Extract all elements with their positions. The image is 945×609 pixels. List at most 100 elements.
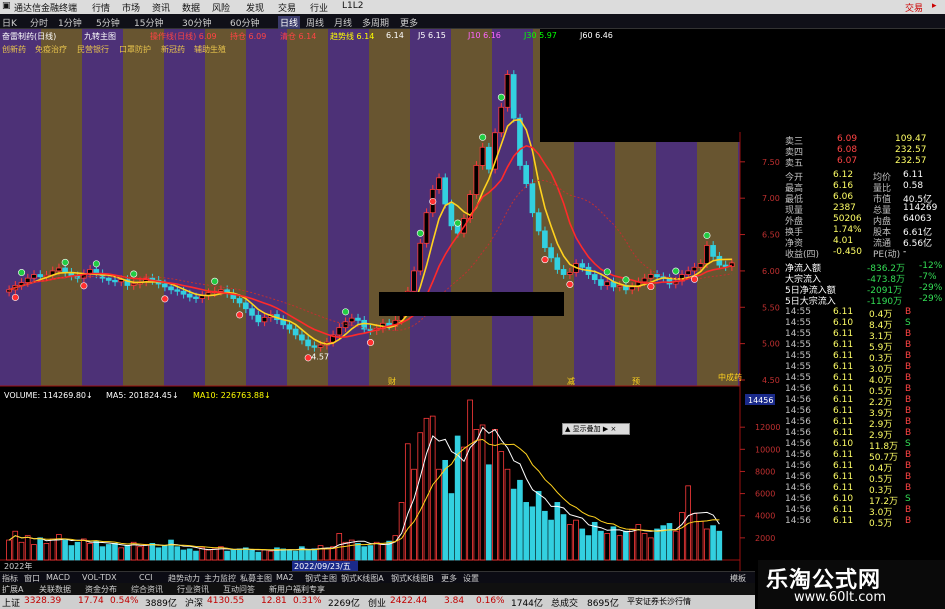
- background-band: [369, 28, 410, 386]
- menu-item[interactable]: L1L2: [342, 1, 363, 11]
- flow-value: -1190万: [867, 297, 903, 307]
- volume-bar: [467, 399, 473, 561]
- volume-bar: [37, 537, 43, 561]
- tick-side: B: [905, 406, 912, 416]
- buy-signal-marker: [61, 258, 69, 266]
- concept-tag[interactable]: 新冠药: [161, 44, 185, 55]
- volume-bar: [186, 548, 193, 561]
- candle-body: [641, 277, 648, 283]
- flow-row[interactable]: 5日大宗流入 -1190万 -29%: [755, 294, 945, 307]
- total-turnover-value: 8695亿: [587, 599, 619, 609]
- orderbook-volume: 232.57: [895, 156, 927, 166]
- volume-bar: [24, 535, 31, 561]
- index-name[interactable]: 创业: [368, 596, 386, 609]
- stats-value: 0.58: [903, 181, 924, 191]
- tick-price: 6.11: [833, 417, 854, 427]
- flow-row[interactable]: 净流入额 -836.2万 -12%: [755, 261, 945, 274]
- tick-price: 6.11: [833, 461, 854, 471]
- candle-body: [697, 263, 704, 268]
- extension-tab[interactable]: 新用户福利专享: [269, 584, 325, 595]
- indicator-name[interactable]: 九转主图: [84, 31, 116, 42]
- volume-bar: [566, 524, 573, 561]
- orderbook-price: 6.07: [837, 156, 858, 166]
- index-name[interactable]: 上证: [2, 596, 20, 609]
- menu-item[interactable]: 数据: [182, 1, 200, 14]
- indicator-tab[interactable]: MA2: [276, 573, 293, 582]
- period-tab[interactable]: 日线: [278, 16, 301, 29]
- menu-item[interactable]: 发现: [246, 1, 264, 14]
- sell-signal-marker: [80, 282, 88, 290]
- indicator-tab[interactable]: VOL-TDX: [82, 573, 117, 582]
- concept-tag[interactable]: 免疫治疗: [35, 44, 67, 55]
- overlay-popup[interactable]: ▲ 显示叠加 ▶ ×: [562, 423, 630, 435]
- candle-body: [286, 324, 293, 330]
- extension-tab[interactable]: 资金分布: [85, 584, 117, 595]
- trade-tick-row: 14:56 6.11 0.5万 B: [755, 516, 945, 529]
- ma-legend-item: 趋势线 6.14: [330, 32, 375, 41]
- period-tab[interactable]: 5分钟: [96, 16, 120, 29]
- concept-tag[interactable]: 创新药: [2, 44, 26, 55]
- period-tab[interactable]: 60分钟: [230, 16, 259, 29]
- candle-body: [479, 146, 486, 166]
- candle-body: [161, 283, 168, 288]
- stats-value: -0.450: [833, 247, 863, 257]
- period-tab[interactable]: 分时: [30, 16, 48, 29]
- extension-tab[interactable]: 行业资讯: [177, 584, 209, 595]
- period-tab[interactable]: 多周期: [362, 16, 389, 29]
- menu-item[interactable]: 交易: [278, 1, 296, 14]
- candle-body: [105, 277, 112, 281]
- period-tab[interactable]: 30分钟: [182, 16, 211, 29]
- candle-body: [598, 279, 604, 286]
- volume-bar: [87, 542, 93, 561]
- period-tab[interactable]: 月线: [334, 16, 352, 29]
- index-name[interactable]: 沪深: [185, 596, 203, 609]
- trade-tick-row: 14:56 6.11 0.5万 B: [755, 472, 945, 485]
- indicator-tab[interactable]: MACD: [46, 573, 70, 582]
- volume-bar: [143, 544, 149, 561]
- menu-item[interactable]: 风险: [212, 1, 230, 14]
- period-tab[interactable]: 日K: [2, 16, 17, 29]
- tick-time: 14:55: [785, 373, 811, 383]
- volume-bar: [604, 533, 610, 561]
- tick-price: 6.11: [833, 505, 854, 515]
- period-tab[interactable]: 15分钟: [134, 16, 163, 29]
- concept-tag[interactable]: 民营银行: [77, 44, 109, 55]
- volume-bar: [305, 549, 311, 561]
- stats-value: 64063: [903, 214, 932, 224]
- trade-arrow-icon[interactable]: ▸: [932, 1, 937, 11]
- index-pct: 0.54%: [110, 596, 139, 606]
- menu-item[interactable]: 行业: [310, 1, 328, 14]
- volume-bar: [124, 545, 131, 561]
- extension-tab[interactable]: 综合资讯: [131, 584, 163, 595]
- period-tab[interactable]: 更多: [400, 16, 418, 29]
- indicator-tab[interactable]: CCI: [139, 573, 153, 582]
- volume-bar: [180, 549, 187, 561]
- extension-tab[interactable]: 关联数据: [39, 584, 71, 595]
- menu-item[interactable]: 行情: [92, 1, 110, 14]
- tick-price: 6.11: [833, 450, 854, 460]
- server-name[interactable]: 平安证券长沙行情: [627, 596, 691, 607]
- candle-body: [417, 242, 424, 272]
- extension-tab[interactable]: 互动问答: [223, 584, 255, 595]
- period-tab[interactable]: 周线: [306, 16, 324, 29]
- concept-tag[interactable]: 辅助生殖: [194, 44, 226, 55]
- period-tab[interactable]: 1分钟: [58, 16, 82, 29]
- flow-row[interactable]: 5日净流入额 -2091万 -29%: [755, 283, 945, 296]
- flow-row[interactable]: 大宗流入 -473.8万 -7%: [755, 272, 945, 285]
- tick-time: 14:56: [785, 450, 811, 460]
- trade-tick-row: 14:56 6.11 0.5万 B: [755, 384, 945, 397]
- concept-tag[interactable]: 口罩防护: [119, 44, 151, 55]
- menu-item[interactable]: 市场: [122, 1, 140, 14]
- trade-link[interactable]: 交易: [905, 1, 923, 14]
- tick-price: 6.10: [833, 318, 854, 328]
- event-mark: 中成药: [718, 372, 742, 382]
- tick-side: B: [905, 428, 912, 438]
- volume-bar: [591, 521, 598, 561]
- index-pct: 0.31%: [293, 596, 322, 606]
- candle-body: [299, 334, 305, 341]
- volume-bar: [292, 550, 299, 561]
- extension-tab[interactable]: 扩展A: [2, 584, 23, 595]
- menu-item[interactable]: 资讯: [152, 1, 170, 14]
- volume-bar: [323, 548, 330, 561]
- flow-pct: -7%: [919, 272, 937, 282]
